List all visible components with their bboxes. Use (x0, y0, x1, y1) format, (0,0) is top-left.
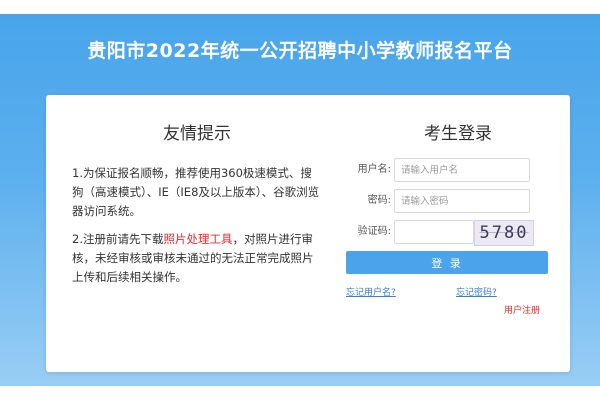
password-input[interactable] (394, 189, 530, 213)
username-input[interactable] (394, 158, 530, 182)
tips-paragraph-2: 2.注册前请先下载照片处理工具，对照片进行审核，未经审核或审核未通过的无法正常完… (72, 230, 322, 287)
photo-tool-link[interactable]: 照片处理工具 (163, 232, 232, 246)
captcha-input[interactable] (394, 220, 474, 244)
captcha-label: 验证码: (357, 226, 391, 237)
forgot-username-link[interactable]: 忘记用户名? (346, 285, 396, 298)
forgot-password-link[interactable]: 忘记密码? (456, 285, 497, 298)
page-title: 贵阳市2022年统一公开招聘中小学教师报名平台 (87, 40, 513, 62)
password-label: 密码: (367, 195, 391, 206)
bottom-strip (0, 386, 600, 400)
password-row: 密码: (346, 189, 548, 213)
username-label: 用户名: (357, 164, 391, 175)
login-panel: 考生登录 用户名: 密码: 验证码: 5780 (346, 119, 548, 251)
register-link[interactable]: 用户注册 (504, 303, 540, 316)
captcha-image[interactable]: 5780 (474, 220, 534, 246)
main-card: 友情提示 1.为保证报名顺畅，推荐使用360极速模式、搜狗（高速模式）、IE（I… (46, 95, 570, 372)
login-title: 考生登录 (424, 124, 492, 144)
tips-panel: 友情提示 1.为保证报名顺畅，推荐使用360极速模式、搜狗（高速模式）、IE（I… (72, 119, 322, 296)
tips-title: 友情提示 (163, 124, 231, 144)
top-strip (0, 0, 600, 14)
captcha-row: 验证码: 5780 (346, 220, 548, 246)
tips-p2-before: 2.注册前请先下载 (72, 232, 164, 246)
login-button[interactable]: 登 录 (346, 251, 548, 274)
tips-paragraph-1: 1.为保证报名顺畅，推荐使用360极速模式、搜狗（高速模式）、IE（IE8及以上… (72, 166, 320, 218)
username-row: 用户名: (346, 158, 548, 182)
